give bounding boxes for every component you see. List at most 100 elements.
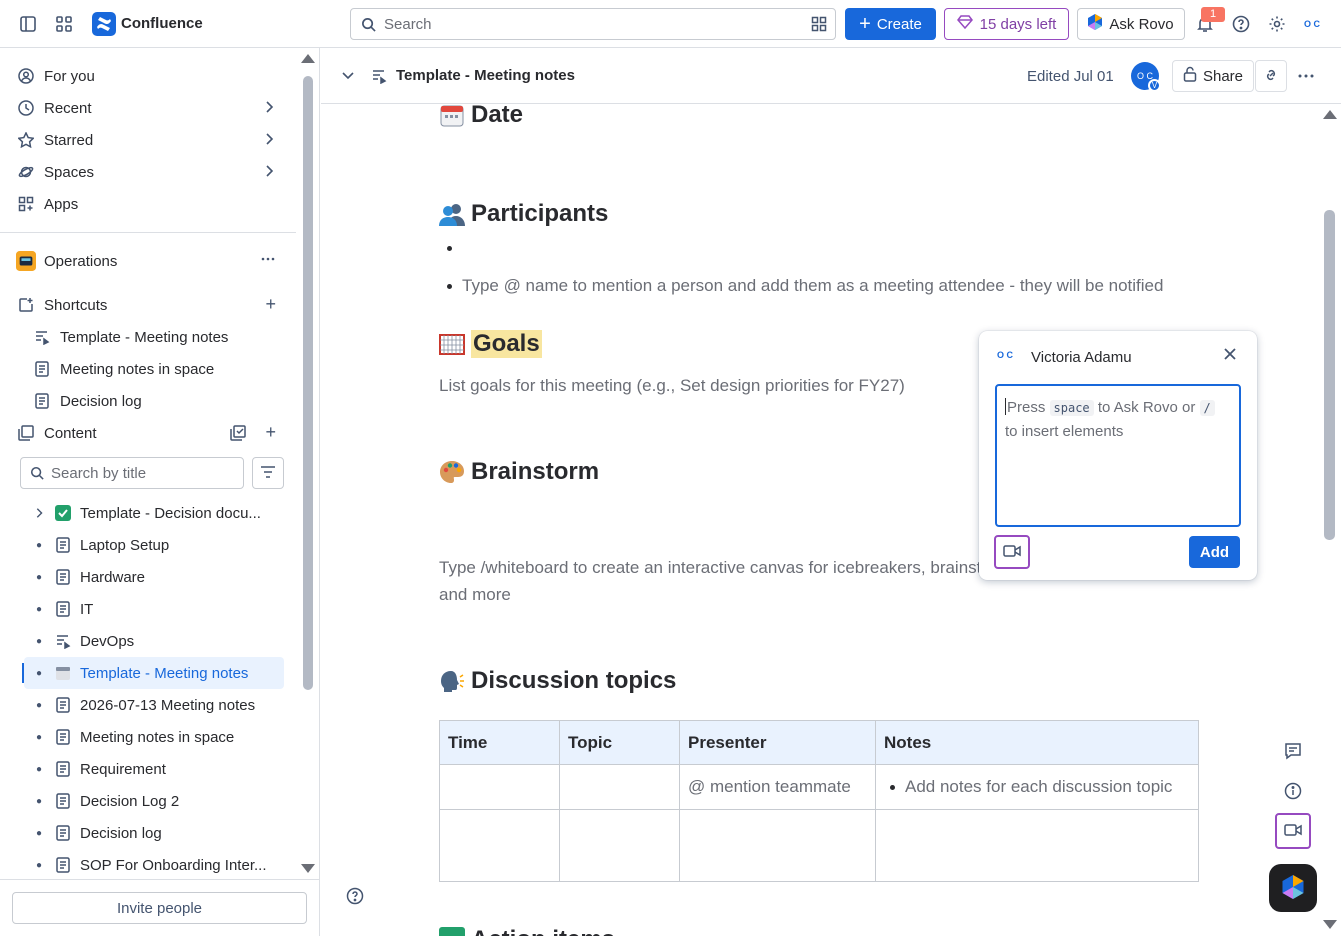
text-cursor	[1005, 398, 1006, 415]
loom-video-button[interactable]	[1275, 813, 1311, 849]
search-filter-icon[interactable]	[811, 16, 827, 35]
global-search-input[interactable]: Search	[350, 8, 836, 40]
list-item-empty[interactable]	[447, 246, 452, 251]
tree-item-label: Decision Log 2	[80, 792, 180, 810]
content-header[interactable]: Content +	[16, 419, 286, 447]
table-cell[interactable]	[875, 809, 1199, 882]
heading-action-items[interactable]: Action items	[439, 926, 615, 936]
scroll-down-arrow-icon[interactable]	[301, 864, 315, 873]
scroll-down-arrow-icon[interactable]	[1323, 920, 1337, 929]
help-icon[interactable]	[346, 887, 364, 908]
title-filter-input[interactable]: Search by title	[20, 457, 244, 489]
page-info-button[interactable]	[1275, 774, 1311, 810]
shortcut-label: Template - Meeting notes	[60, 328, 229, 346]
heading-goals[interactable]: Goals	[439, 330, 542, 358]
page-icon	[54, 601, 72, 617]
close-icon[interactable]	[1223, 347, 1237, 366]
table-cell[interactable]: Add notes for each discussion topic	[875, 764, 1199, 810]
content-scroll-thumb[interactable]	[1324, 210, 1335, 540]
heading-discussion-topics[interactable]: Discussion topics	[439, 667, 676, 695]
sidebar-scroll-thumb[interactable]	[303, 76, 313, 690]
shortcut-item[interactable]: Template - Meeting notes	[32, 323, 286, 351]
table-cell[interactable]: @ mention teammate	[679, 764, 876, 810]
invite-people-button[interactable]: Invite people	[12, 892, 307, 924]
sidebar-item-for-you[interactable]: For you	[16, 62, 286, 90]
comment-input[interactable]: Press space to Ask Rovo or / to insert e…	[995, 384, 1241, 527]
tree-item[interactable]: ● Decision Log 2	[24, 785, 284, 817]
shortcuts-header[interactable]: Shortcuts +	[16, 291, 286, 319]
page-icon	[54, 761, 72, 777]
tree-item[interactable]: ● 2026-07-13 Meeting notes	[24, 689, 284, 721]
plus-icon: +	[859, 13, 871, 35]
tree-item-label: Template - Decision docu...	[80, 504, 261, 522]
table-cell[interactable]	[679, 809, 876, 882]
comments-button[interactable]	[1275, 734, 1311, 770]
help-icon[interactable]	[1229, 12, 1253, 36]
sidebar-item-spaces[interactable]: Spaces	[16, 158, 286, 186]
record-video-button[interactable]	[994, 535, 1030, 569]
video-camera-icon	[1003, 544, 1021, 561]
ask-rovo-button[interactable]: Ask Rovo	[1077, 8, 1185, 40]
brainstorm-hint[interactable]: Type /whiteboard to create an interactiv…	[439, 554, 981, 608]
column-header[interactable]: Time	[439, 720, 560, 765]
rovo-icon	[1282, 874, 1304, 902]
space-operations[interactable]: Operations	[16, 247, 286, 275]
share-button[interactable]: Share	[1172, 60, 1254, 92]
divider	[0, 879, 320, 880]
settings-gear-icon[interactable]	[1265, 12, 1289, 36]
heading-text: Goals	[471, 330, 542, 358]
goals-hint[interactable]: List goals for this meeting (e.g., Set d…	[439, 372, 905, 399]
column-header[interactable]: Presenter	[679, 720, 876, 765]
create-button[interactable]: + Create	[845, 8, 936, 40]
tree-item[interactable]: ● Requirement	[24, 753, 284, 785]
add-shortcut-icon[interactable]: +	[265, 295, 276, 313]
heading-brainstorm[interactable]: Brainstorm	[439, 458, 599, 486]
sidebar-item-apps[interactable]: Apps	[16, 190, 286, 218]
trial-button[interactable]: 15 days left	[944, 8, 1069, 40]
rovo-chat-button[interactable]	[1269, 864, 1317, 912]
bulk-select-icon[interactable]	[230, 425, 246, 445]
app-name[interactable]: Confluence	[121, 15, 203, 32]
template-page-icon	[32, 329, 52, 345]
page-icon	[54, 537, 72, 553]
heading-date[interactable]: Date	[439, 104, 523, 129]
tree-item[interactable]: Template - Decision docu...	[24, 497, 284, 529]
confluence-logo-icon[interactable]	[92, 12, 116, 36]
table-cell[interactable]	[559, 764, 680, 810]
tree-item[interactable]: ● Decision log	[24, 817, 284, 849]
app-switcher-icon[interactable]	[52, 12, 76, 36]
tree-item[interactable]: ● Laptop Setup	[24, 529, 284, 561]
more-actions-icon[interactable]	[1297, 68, 1315, 87]
filter-button[interactable]	[252, 457, 284, 489]
scroll-up-arrow-icon[interactable]	[301, 54, 315, 63]
tree-item[interactable]: ● Hardware	[24, 561, 284, 593]
tree-item-active[interactable]: ● Template - Meeting notes	[22, 657, 284, 689]
tree-item-label: Meeting notes in space	[80, 728, 235, 746]
table-cell[interactable]	[559, 809, 680, 882]
copy-link-button[interactable]	[1255, 60, 1287, 92]
sidebar-item-starred[interactable]: Starred	[16, 126, 286, 154]
page-title[interactable]: Template - Meeting notes	[396, 67, 575, 84]
chevron-right-icon[interactable]	[24, 507, 54, 519]
scroll-up-arrow-icon[interactable]	[1323, 110, 1337, 119]
heading-participants[interactable]: Participants	[439, 200, 608, 228]
shortcut-item[interactable]: Decision log	[32, 387, 286, 415]
column-header[interactable]: Topic	[559, 720, 680, 765]
tree-item[interactable]: ● IT	[24, 593, 284, 625]
add-content-icon[interactable]: +	[265, 423, 276, 441]
sidebar-item-recent[interactable]: Recent	[16, 94, 286, 122]
list-item[interactable]: Type @ name to mention a person and add …	[447, 276, 1163, 296]
more-icon[interactable]	[260, 251, 276, 271]
chevron-down-icon[interactable]	[341, 68, 355, 85]
table-cell[interactable]	[439, 809, 560, 882]
tree-item[interactable]: ● DevOps	[24, 625, 284, 657]
table-cell[interactable]	[439, 764, 560, 810]
add-comment-button[interactable]: Add	[1189, 536, 1240, 568]
tree-item[interactable]: ● Meeting notes in space	[24, 721, 284, 753]
edited-timestamp[interactable]: Edited Jul 01	[1027, 68, 1114, 85]
tree-item[interactable]: ● SOP For Onboarding Inter...	[24, 849, 284, 881]
column-header[interactable]: Notes	[875, 720, 1199, 765]
sidebar-toggle-icon[interactable]	[16, 12, 40, 36]
user-avatar[interactable]: O C	[1300, 12, 1324, 36]
shortcut-item[interactable]: Meeting notes in space	[32, 355, 286, 383]
